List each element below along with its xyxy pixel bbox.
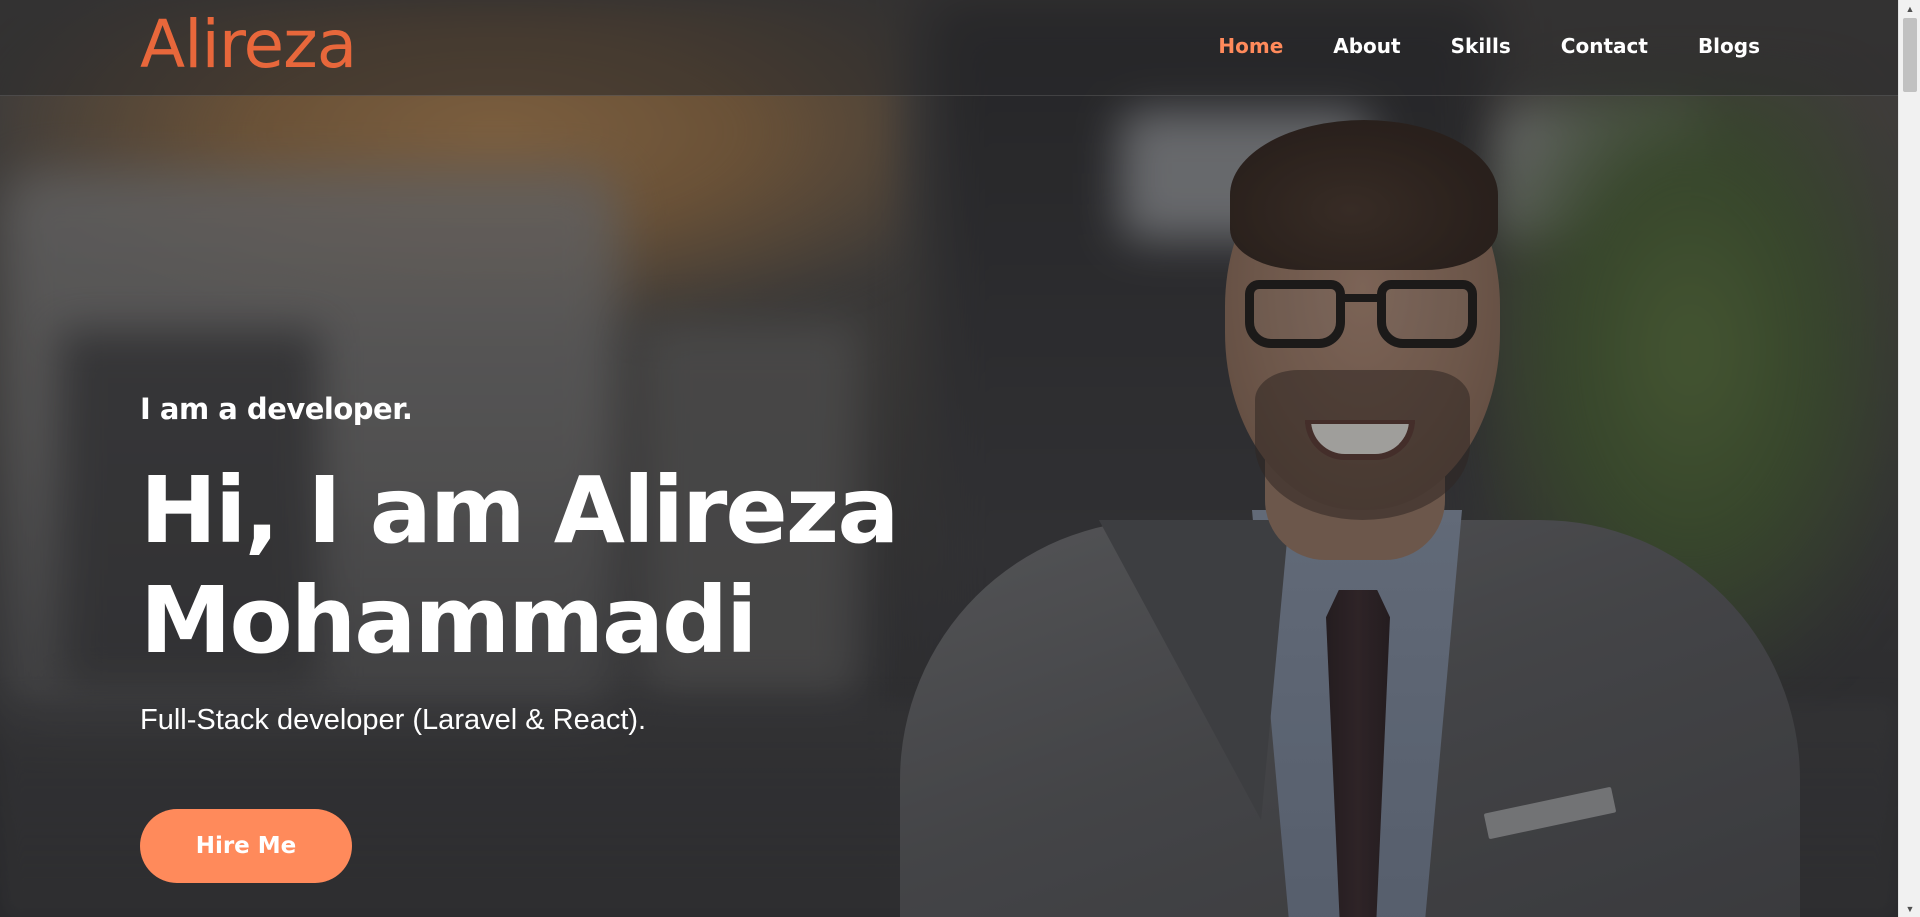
hero-title-line-2: Mohammadi [140,567,758,674]
site-logo[interactable]: Alireza [140,6,357,83]
hero-section: I am a developer. Hi, I am Alireza Moham… [140,392,1040,737]
hero-title-line-1: Hi, I am Alireza [140,457,899,564]
nav-home-link[interactable]: Home [1218,34,1283,58]
hero-title: Hi, I am Alireza Mohammadi [140,456,1040,676]
nav-about-link[interactable]: About [1333,34,1400,58]
chevron-up-icon[interactable]: ▲ [1899,0,1920,17]
nav-skills-link[interactable]: Skills [1451,34,1511,58]
nav-blogs-link[interactable]: Blogs [1698,34,1760,58]
nav-contact-link[interactable]: Contact [1561,34,1648,58]
site-header: Alireza Home About Skills Contact Blogs [0,0,1898,96]
page-scrollbar[interactable]: ▲ ▼ [1898,0,1920,917]
hero-kicker: I am a developer. [140,392,413,426]
chevron-down-icon[interactable]: ▼ [1899,900,1920,917]
hero-subtitle: Full-Stack developer (Laravel & React). [140,704,647,736]
scrollbar-thumb[interactable] [1903,18,1917,92]
main-nav: Home About Skills Contact Blogs [1218,34,1760,58]
hire-me-button[interactable]: Hire Me [140,809,352,883]
